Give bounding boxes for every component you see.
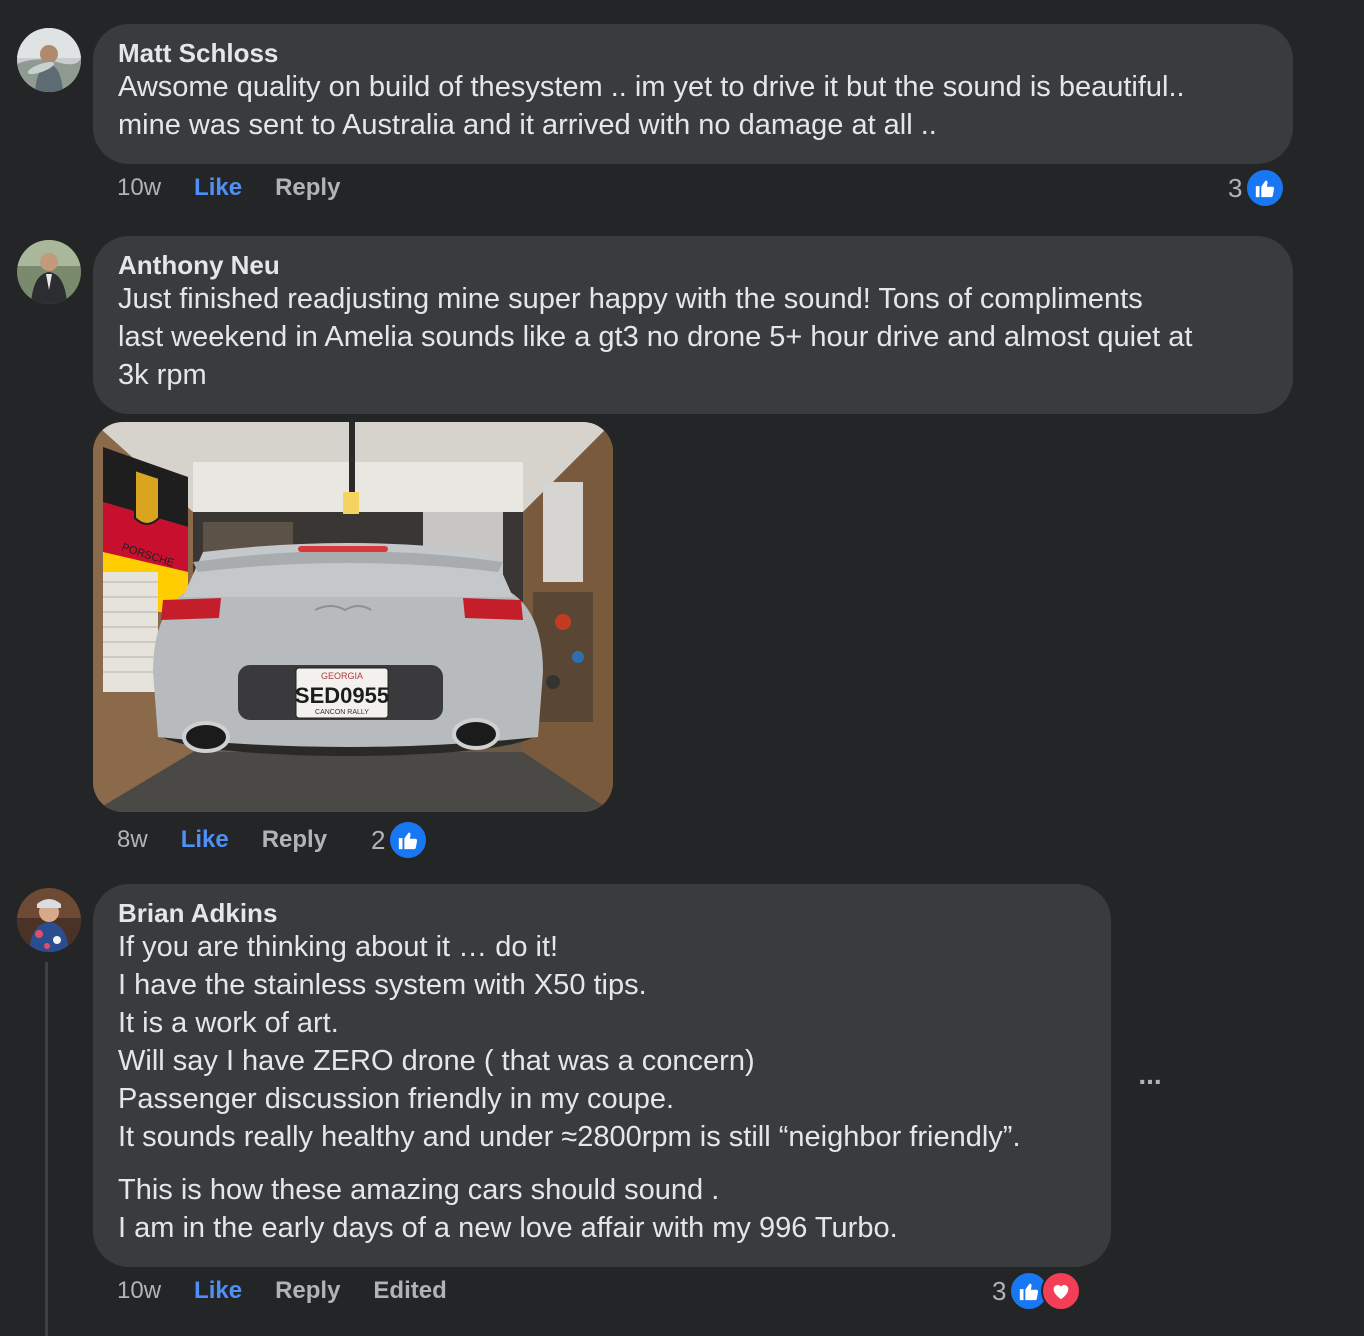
comment-line: last weekend in Amelia sounds like a gt3…	[118, 321, 1193, 353]
avatar-brian-adkins[interactable]	[17, 888, 81, 952]
reaction-count: 2	[371, 824, 386, 855]
avatar-anthony-neu[interactable]	[17, 240, 81, 304]
like-button[interactable]: Like	[194, 174, 242, 202]
plate-state: GEORGIA	[321, 671, 363, 681]
comment-bubble: Matt Schloss Awsome quality on build of …	[93, 24, 1293, 164]
comment-bubble: Brian Adkins If you are thinking about i…	[93, 884, 1111, 1267]
comment-bubble: Anthony Neu Just finished readjusting mi…	[93, 236, 1293, 414]
thread-connector	[45, 962, 48, 1336]
plate-number: SED0955	[295, 683, 389, 708]
comment-text: Just finished readjusting mine super hap…	[118, 280, 1268, 394]
comment-actions: 10w Like Reply	[117, 170, 373, 206]
comment-timestamp[interactable]: 8w	[117, 826, 148, 854]
comment-actions: 8w Like Reply	[117, 822, 360, 858]
comment-text: If you are thinking about it … do it! I …	[118, 928, 1086, 1247]
heart-icon	[1041, 1271, 1082, 1311]
more-options-icon[interactable]: ...	[1130, 1060, 1170, 1090]
reaction-count: 3	[992, 1275, 1007, 1306]
plate-frame: CANCON RALLY	[315, 709, 369, 716]
comment-author[interactable]: Brian Adkins	[118, 898, 1086, 928]
comment-line: I am in the early days of a new love aff…	[118, 1212, 898, 1244]
reaction-count: 3	[1228, 172, 1243, 203]
like-icon	[388, 820, 429, 860]
comment-line: It sounds really healthy and under ≈2800…	[118, 1121, 1021, 1153]
comment-author[interactable]: Matt Schloss	[118, 38, 1268, 68]
comment-timestamp[interactable]: 10w	[117, 1277, 161, 1305]
reaction-summary[interactable]: 2	[371, 820, 429, 860]
comment-line: Awsome quality on build of thesystem .. …	[118, 71, 1185, 103]
like-button[interactable]: Like	[181, 826, 229, 854]
comment-line: Passenger discussion friendly in my coup…	[118, 1083, 675, 1115]
like-button[interactable]: Like	[194, 1277, 242, 1305]
comment-line: If you are thinking about it … do it!	[118, 931, 559, 963]
comment-line: This is how these amazing cars should so…	[118, 1174, 720, 1206]
comment-line: 3k rpm	[118, 359, 207, 391]
like-icon	[1245, 168, 1286, 208]
comment-line: I have the stainless system with X50 tip…	[118, 969, 647, 1001]
avatar-matt-schloss[interactable]	[17, 28, 81, 92]
comment-author[interactable]: Anthony Neu	[118, 250, 1268, 280]
reply-button[interactable]: Reply	[275, 174, 340, 202]
comment-line: Will say I have ZERO drone ( that was a …	[118, 1045, 755, 1077]
reaction-summary[interactable]: 3	[1228, 168, 1286, 208]
comment-line: mine was sent to Australia and it arrive…	[118, 109, 937, 141]
reaction-summary[interactable]: 3	[992, 1271, 1082, 1311]
comment-actions: 10w Like Reply Edited	[117, 1273, 480, 1309]
comment-photo[interactable]: PORSCHE GEORGIA SED0955 CANCON RALLY	[93, 422, 613, 812]
reply-button[interactable]: Reply	[275, 1277, 340, 1305]
edited-label: Edited	[373, 1277, 447, 1304]
comment-timestamp[interactable]: 10w	[117, 174, 161, 202]
comment-line: Just finished readjusting mine super hap…	[118, 283, 1143, 315]
comment-line: It is a work of art.	[118, 1007, 339, 1039]
comment-text: Awsome quality on build of thesystem .. …	[118, 68, 1268, 144]
reply-button[interactable]: Reply	[262, 826, 327, 854]
